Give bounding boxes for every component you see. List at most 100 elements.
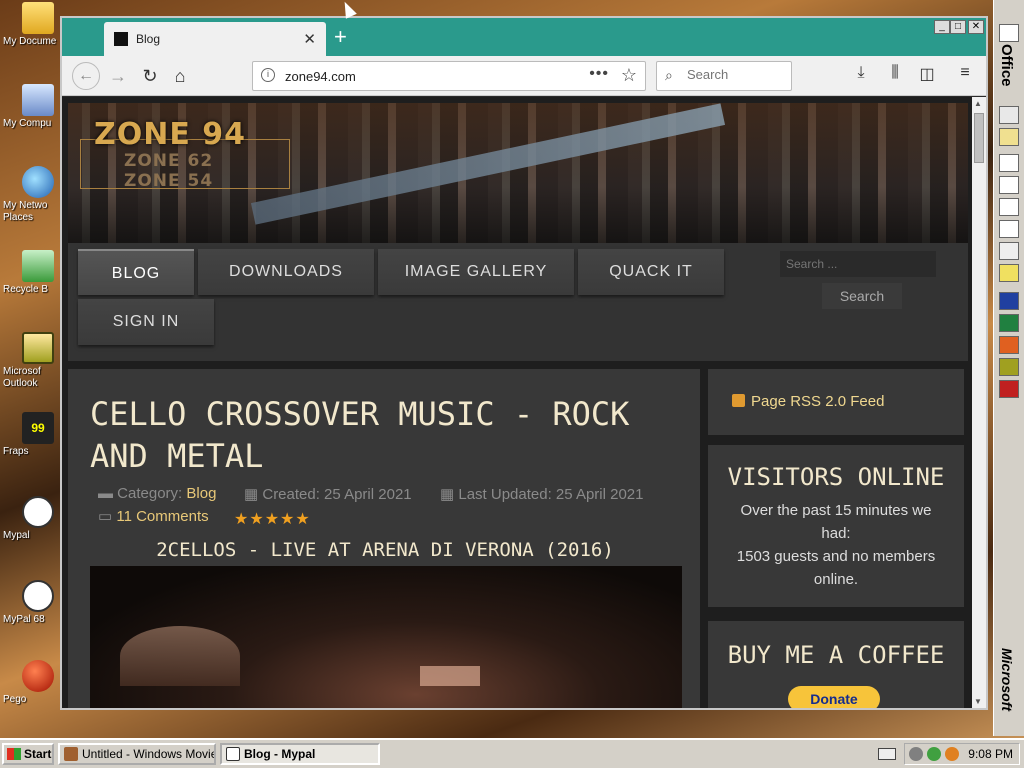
site-search-input[interactable] — [780, 251, 936, 277]
office-folder-icon[interactable] — [999, 128, 1019, 146]
maximize-button[interactable]: □ — [950, 20, 966, 34]
keyboard-icon[interactable] — [878, 748, 896, 760]
browser-window: Blog ✕ + _ □ ✕ ← → ↻ ⌂ i zone94.com ••• … — [60, 16, 988, 710]
comments-link[interactable]: 11 Comments — [116, 508, 208, 525]
bookmark-star-icon[interactable]: ☆ — [621, 65, 637, 86]
desktop-icon-label: Fraps — [3, 446, 29, 457]
menu-icon[interactable]: ≡ — [954, 64, 976, 82]
scroll-up-icon[interactable]: ▲ — [974, 99, 982, 108]
powerpoint-icon[interactable] — [999, 336, 1019, 354]
search-icon: ⌕ — [665, 67, 673, 83]
note-icon[interactable] — [999, 264, 1019, 282]
site-info-icon[interactable]: i — [261, 68, 275, 82]
office-tool-icon[interactable] — [999, 242, 1019, 260]
calendar-icon[interactable] — [999, 176, 1019, 194]
url-text[interactable]: zone94.com — [285, 69, 356, 84]
network-icon — [22, 166, 54, 198]
tasks-icon[interactable] — [999, 198, 1019, 216]
visitors-text-line: 1503 guests and no members online. — [736, 548, 936, 588]
desktop-icon-pego[interactable]: Pego — [0, 660, 62, 705]
menu-item-sign-in[interactable]: SIGN IN — [78, 299, 214, 345]
desktop-icon-my-computer[interactable]: My Compu — [0, 84, 62, 129]
rating-stars[interactable]: ★★★★★ — [234, 509, 311, 529]
desktop-icon-label: My Compu — [3, 118, 52, 129]
desktop-icon-my-network-places[interactable]: My Netwo Places — [0, 166, 62, 224]
desktop-icon-label: MyPal 68 — [3, 614, 45, 625]
rss-box: Page RSS 2.0 Feed — [708, 369, 964, 435]
library-icon[interactable]: ⫼ — [884, 64, 906, 82]
coffee-title: BUY ME A COFFEE — [727, 641, 945, 669]
desktop-icon-my-documents[interactable]: My Docume — [0, 2, 62, 47]
clock[interactable]: 9:08 PM — [968, 747, 1013, 761]
movie-maker-icon — [64, 747, 78, 761]
site-search-button[interactable]: Search — [822, 283, 902, 309]
close-window-button[interactable]: ✕ — [968, 20, 984, 34]
category-link[interactable]: Blog — [186, 485, 216, 502]
home-button[interactable]: ⌂ — [168, 64, 192, 88]
rss-label: Page RSS 2.0 Feed — [751, 393, 885, 410]
rss-link[interactable]: Page RSS 2.0 Feed — [732, 393, 884, 410]
computer-icon — [22, 84, 54, 116]
article-title: CELLO CROSSOVER MUSIC - ROCK AND METAL — [90, 395, 630, 475]
video-player[interactable] — [90, 566, 682, 708]
excel-icon[interactable] — [999, 314, 1019, 332]
pego-icon — [22, 660, 54, 692]
desktop-icon-outlook[interactable]: Microsof Outlook — [0, 332, 62, 390]
tab-blog[interactable]: Blog ✕ — [104, 22, 326, 56]
tray-icon[interactable] — [945, 747, 959, 761]
office-doc-icon[interactable] — [999, 106, 1019, 124]
search-bar[interactable]: ⌕ — [656, 61, 792, 91]
scroll-down-icon[interactable]: ▼ — [974, 697, 982, 706]
taskbar-item-mypal[interactable]: Blog - Mypal — [220, 743, 380, 765]
search-input[interactable] — [687, 67, 787, 82]
office-folder-icon[interactable] — [999, 24, 1019, 42]
mypal-icon — [22, 496, 54, 528]
downloads-icon[interactable]: ⤓ — [850, 64, 872, 82]
desktop-icon-label: Mypal — [3, 530, 30, 541]
tray-icon[interactable] — [909, 747, 923, 761]
desktop-icon-mypal-68[interactable]: MyPal 68 — [0, 580, 62, 625]
sidebar-icon[interactable]: ◫ — [916, 64, 938, 84]
start-button[interactable]: Start — [2, 743, 54, 765]
forward-button[interactable]: → — [106, 64, 130, 88]
outlook-icon[interactable] — [999, 358, 1019, 376]
menu-item-quack-it[interactable]: QUACK IT — [578, 249, 724, 295]
taskbar-item-label: Untitled - Windows Movie... — [82, 747, 216, 761]
start-label: Start — [24, 747, 52, 761]
vertical-scrollbar[interactable]: ▲ ▼ — [972, 97, 986, 708]
folder-icon — [22, 2, 54, 34]
contacts-icon[interactable] — [999, 220, 1019, 238]
donate-button[interactable]: Donate — [788, 686, 880, 708]
taskbar-item-movie-maker[interactable]: Untitled - Windows Movie... — [58, 743, 216, 765]
url-bar[interactable]: i zone94.com ••• ☆ — [252, 61, 646, 91]
navigation-toolbar: ← → ↻ ⌂ i zone94.com ••• ☆ ⌕ ⤓ ⫼ ◫ ≡ — [62, 56, 986, 96]
calendar-icon: ▦ — [440, 486, 455, 503]
scrollbar-thumb[interactable] — [974, 113, 984, 163]
article-created: ▦ Created: 25 April 2021 — [244, 485, 412, 503]
desktop-icon-mypal[interactable]: Mypal — [0, 496, 62, 541]
mail-icon[interactable] — [999, 154, 1019, 172]
banner-decoration — [250, 103, 726, 225]
tab-close-icon[interactable]: ✕ — [303, 30, 316, 48]
menu-item-image-gallery[interactable]: IMAGE GALLERY — [378, 249, 574, 295]
page-actions-button[interactable]: ••• — [589, 65, 609, 83]
desktop-icon-fraps[interactable]: 99 Fraps — [0, 412, 62, 457]
reload-button[interactable]: ↻ — [138, 64, 162, 88]
word-icon[interactable] — [999, 292, 1019, 310]
minimize-button[interactable]: _ — [934, 20, 950, 34]
visitors-text-line: Over the past 15 minutes we had: — [740, 502, 932, 542]
site-logo[interactable]: ZONE 94 — [94, 117, 246, 152]
desktop-icon-label: My Docume — [3, 36, 57, 47]
desktop-icon-recycle-bin[interactable]: Recycle B — [0, 250, 62, 295]
menu-item-downloads[interactable]: DOWNLOADS — [198, 249, 374, 295]
fraps-icon: 99 — [22, 412, 54, 444]
tab-bar: Blog ✕ + _ □ ✕ — [62, 18, 986, 56]
tray-icon[interactable] — [927, 747, 941, 761]
back-button[interactable]: ← — [72, 62, 100, 90]
taskbar: Start Untitled - Windows Movie... Blog -… — [0, 738, 1024, 768]
menu-item-blog[interactable]: BLOG — [78, 249, 194, 295]
desktop-icon-label: Pego — [3, 694, 27, 705]
rss-icon — [732, 394, 745, 407]
new-tab-button[interactable]: + — [334, 24, 347, 50]
access-icon[interactable] — [999, 380, 1019, 398]
